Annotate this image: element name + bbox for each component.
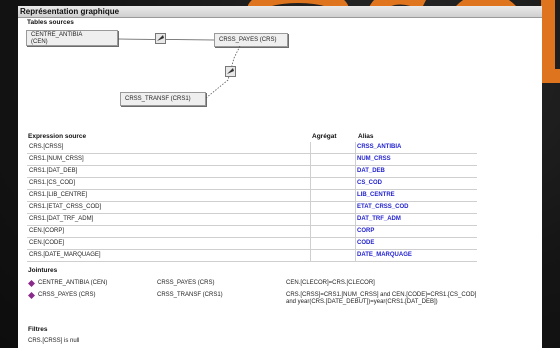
alias-cell: CORP	[357, 228, 375, 234]
table-row[interactable]: CEN.[CODE] CODE	[27, 238, 477, 250]
filter-expression: CRS.[CRSS] is null	[28, 338, 80, 344]
expression-cell: CRS.[DATE_MARQUAGE]	[29, 252, 101, 258]
alias-cell: CRSS_ANTIBIA	[357, 144, 402, 150]
table-row[interactable]: CRS1.[DAT_DEB] DAT_DEB	[27, 166, 477, 178]
expression-cell: CRS1.[NUM_CRSS]	[29, 156, 84, 162]
join-left-table: CENTRE_ANTIBIA (CEN)	[38, 280, 108, 286]
table-row[interactable]: CRS1.[NUM_CRSS] NUM_CRSS	[27, 154, 477, 166]
aggregate-cell	[310, 238, 356, 249]
aggregate-cell	[310, 142, 356, 153]
aggregate-cell	[310, 202, 356, 213]
table-row[interactable]: CEN.[CORP] CORP	[27, 226, 477, 238]
join-left-table: CRSS_PAYES (CRS)	[38, 292, 96, 298]
alias-cell: DAT_TRF_ADM	[357, 216, 401, 222]
join-condition: CRS.[CRSS]=CRS1.[NUM_CRSS] and CEN.[CODE…	[286, 292, 477, 298]
table-row[interactable]: CRS1.[DAT_TRF_ADM] DAT_TRF_ADM	[27, 214, 477, 226]
table-row[interactable]: CRS1.[ETAT_CRSS_COD] ETAT_CRSS_COD	[27, 202, 477, 214]
table-row[interactable]: CRS1.[CS_COD] CS_COD	[27, 178, 477, 190]
join-condition: CEN.[CLECOR]=CRS.[CLECOR]	[286, 280, 375, 286]
join-lines	[117, 38, 241, 99]
alias-cell: CODE	[357, 240, 375, 246]
alias-cell: DAT_DEB	[357, 168, 385, 174]
aggregate-cell	[310, 178, 356, 189]
alias-cell: NUM_CRSS	[357, 156, 391, 162]
aggregate-cell	[310, 250, 356, 261]
joins-heading: Jointures	[28, 267, 58, 274]
filters-heading: Filtres	[28, 326, 48, 333]
column-header-aggregate: Agrégat	[312, 133, 337, 140]
aggregate-cell	[310, 226, 356, 237]
expression-cell: CRS1.[CS_COD]	[29, 180, 76, 186]
column-header-expression: Expression source	[28, 133, 87, 140]
aggregate-cell	[310, 166, 356, 177]
join-link-icon[interactable]	[155, 33, 166, 44]
aggregate-cell	[310, 154, 356, 165]
join-right-table: CRSS_PAYES (CRS)	[157, 280, 215, 286]
table-row[interactable]: CRS1.[LIB_CENTRE] LIB_CENTRE	[27, 190, 477, 202]
expression-cell: CRS.[CRSS]	[29, 144, 64, 150]
expression-cell: CRS1.[LIB_CENTRE]	[29, 192, 88, 198]
alias-cell: DATE_MARQUAGE	[357, 252, 412, 258]
alias-cell: ETAT_CRSS_COD	[357, 204, 409, 210]
table-row[interactable]: CRS.[DATE_MARQUAGE] DATE_MARQUAGE	[27, 250, 477, 262]
table-row[interactable]: CRS.[CRSS] CRSS_ANTIBIA	[27, 142, 477, 154]
join-link-icon[interactable]	[225, 66, 236, 77]
expression-cell: CRS1.[DAT_TRF_ADM]	[29, 216, 94, 222]
columns-grid: CRS.[CRSS] CRSS_ANTIBIA CRS1.[NUM_CRSS] NU…	[27, 142, 477, 262]
join-condition-line2: and year(CRS.[DATE_DEBUT])=year(CRS1.[DA…	[286, 299, 438, 305]
alias-cell: CS_COD	[357, 180, 383, 186]
alias-cell: LIB_CENTRE	[357, 192, 395, 198]
aggregate-cell	[310, 214, 356, 225]
aggregate-cell	[310, 190, 356, 201]
expression-cell: CRS1.[ETAT_CRSS_COD]	[29, 204, 102, 210]
column-header-alias: Alias	[358, 133, 374, 140]
join-diamond-icon	[28, 280, 35, 287]
graphic-representation-panel: Représentation graphique Tables sources …	[18, 6, 542, 348]
join-right-table: CRSS_TRANSF (CRS1)	[157, 292, 223, 298]
expression-cell: CRS1.[DAT_DEB]	[29, 168, 78, 174]
expression-cell: CEN.[CODE]	[29, 240, 65, 246]
expression-cell: CEN.[CORP]	[29, 228, 65, 234]
join-diamond-icon	[28, 292, 35, 299]
